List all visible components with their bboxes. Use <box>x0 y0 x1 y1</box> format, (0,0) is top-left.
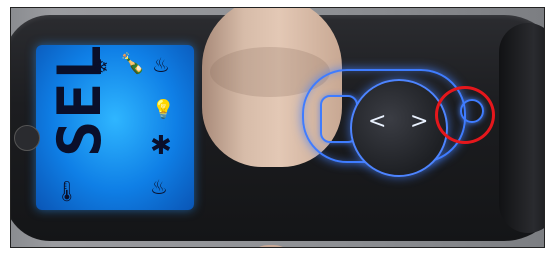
flame-icon: ♨ <box>152 53 170 77</box>
asterisk-icon: ✱ <box>150 131 172 161</box>
snowflake-icon: ❄ <box>92 55 109 79</box>
bulb-icon: 💡 <box>152 99 175 120</box>
photo: SEL ❄ 🍾 ♨ 💡 ✱ ♨ 🌡 < > <box>10 7 545 248</box>
highlight-circle <box>435 86 495 144</box>
thermometer-icon: 🌡 <box>54 179 80 203</box>
logo-badge <box>14 125 40 151</box>
bottle-icon: 🍾 <box>120 51 145 75</box>
arrow-right-icon[interactable]: > <box>410 111 428 133</box>
nav-button[interactable] <box>350 79 448 177</box>
flame-icon: ♨ <box>150 175 168 199</box>
remote-edge <box>499 23 545 233</box>
arrow-left-icon[interactable]: < <box>368 111 386 133</box>
